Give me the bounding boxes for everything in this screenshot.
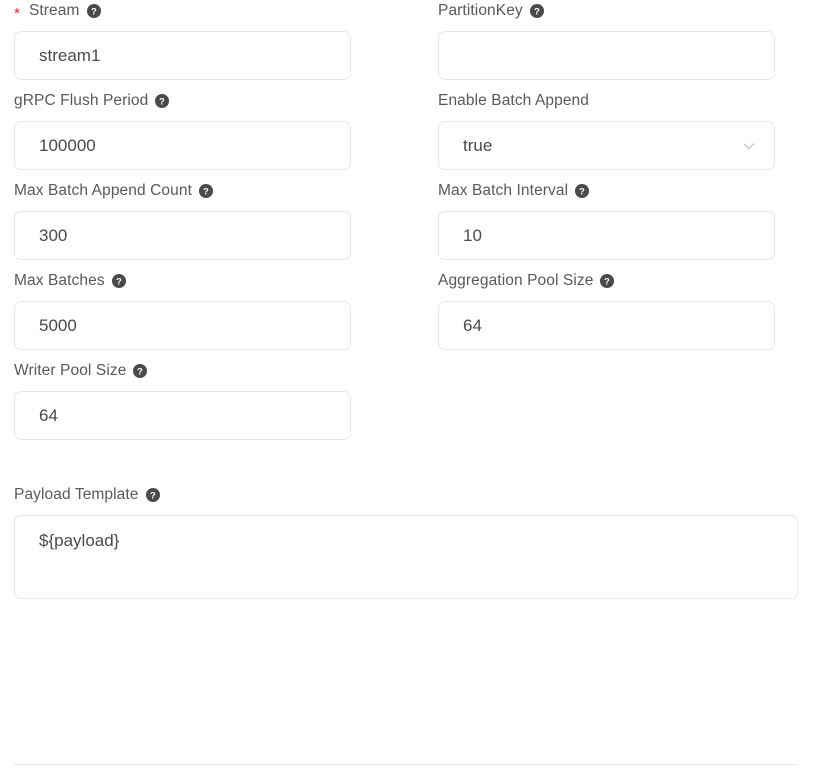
- question-circle-icon[interactable]: ?: [600, 274, 615, 288]
- config-form: * Stream ? stream1 PartitionKey ? gRPC F…: [0, 0, 830, 770]
- input-writer-pool-size-value: 64: [39, 405, 58, 425]
- field-payload-template: Payload Template ? ${payload}: [0, 484, 830, 599]
- form-grid: * Stream ? stream1 PartitionKey ? gRPC F…: [0, 0, 830, 450]
- select-enable-batch-append-value: true: [463, 135, 493, 155]
- input-max-batches-value: 5000: [39, 315, 77, 335]
- label-partition-key: PartitionKey ?: [438, 0, 830, 22]
- svg-text:?: ?: [534, 7, 540, 18]
- textarea-payload-template-value: ${payload}: [39, 531, 120, 550]
- input-aggregation-pool-size-value: 64: [463, 315, 482, 335]
- input-stream-value: stream1: [39, 45, 101, 65]
- svg-text:?: ?: [605, 277, 611, 288]
- select-enable-batch-append[interactable]: true: [438, 121, 775, 170]
- label-payload-template-text: Payload Template: [14, 486, 139, 503]
- input-partition-key[interactable]: [438, 31, 775, 80]
- input-max-batches[interactable]: 5000: [14, 301, 351, 350]
- input-max-batch-append-count-value: 300: [39, 225, 68, 245]
- input-writer-pool-size[interactable]: 64: [14, 391, 351, 440]
- label-max-batch-interval-text: Max Batch Interval: [438, 182, 569, 199]
- label-max-batch-interval: Max Batch Interval ?: [438, 180, 830, 202]
- question-circle-icon[interactable]: ?: [529, 4, 544, 18]
- input-grpc-flush-period[interactable]: 100000: [14, 121, 351, 170]
- chevron-down-icon[interactable]: [740, 137, 758, 155]
- label-aggregation-pool-size-text: Aggregation Pool Size: [438, 272, 594, 289]
- label-enable-batch-append: Enable Batch Append: [438, 90, 830, 112]
- textarea-payload-template[interactable]: ${payload}: [14, 515, 798, 599]
- question-circle-icon[interactable]: ?: [575, 184, 590, 198]
- required-asterisk-icon: *: [14, 4, 20, 22]
- svg-text:?: ?: [579, 187, 585, 198]
- question-circle-icon[interactable]: ?: [145, 488, 160, 502]
- label-payload-template: Payload Template ?: [14, 484, 830, 506]
- input-stream[interactable]: stream1: [14, 31, 351, 80]
- bottom-divider: [14, 764, 798, 765]
- label-aggregation-pool-size: Aggregation Pool Size ?: [438, 270, 830, 292]
- input-aggregation-pool-size[interactable]: 64: [438, 301, 775, 350]
- label-partition-key-text: PartitionKey: [438, 2, 523, 19]
- input-max-batch-append-count[interactable]: 300: [14, 211, 351, 260]
- svg-text:?: ?: [150, 491, 156, 502]
- input-max-batch-interval[interactable]: 10: [438, 211, 775, 260]
- label-enable-batch-append-text: Enable Batch Append: [438, 92, 589, 109]
- input-grpc-flush-period-value: 100000: [39, 135, 96, 155]
- input-max-batch-interval-value: 10: [463, 225, 482, 245]
